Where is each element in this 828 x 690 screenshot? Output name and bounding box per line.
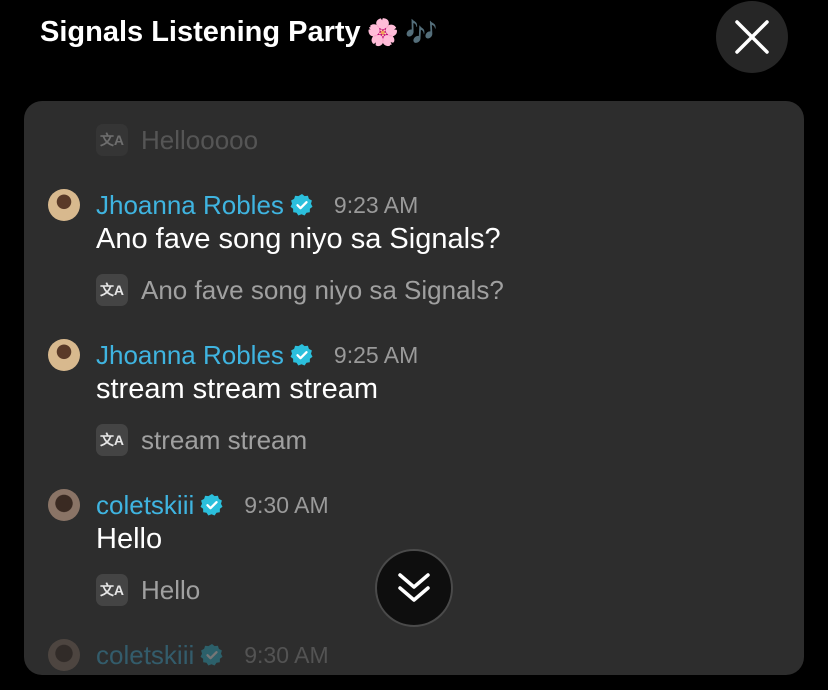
timestamp: 9:30 AM xyxy=(244,491,329,518)
close-button[interactable] xyxy=(716,1,788,73)
double-chevron-down-icon xyxy=(398,573,430,602)
message-text: stream stream stream xyxy=(96,373,378,405)
username[interactable]: coletskiii xyxy=(96,640,194,671)
translation-text: Hellooooo xyxy=(141,124,259,155)
translation-text: Ano fave song niyo sa Signals? xyxy=(141,274,504,305)
flower-emoji-icon: 🌸 xyxy=(366,17,400,48)
message-text: Ano fave song niyo sa Signals? xyxy=(96,223,501,255)
avatar[interactable] xyxy=(48,339,80,371)
title-text: Signals Listening Party xyxy=(40,16,361,48)
message-translation: 文A Hellooooo xyxy=(96,124,258,156)
verified-badge-icon xyxy=(200,494,223,516)
verified-badge-icon xyxy=(200,644,223,666)
avatar[interactable] xyxy=(48,189,80,221)
message-translation: 文A Ano fave song niyo sa Signals? xyxy=(96,274,504,306)
verified-badge-icon xyxy=(290,344,313,366)
message-header: coletskiii 9:30 AM xyxy=(48,488,329,522)
message-translation: 文A Hello xyxy=(96,574,200,606)
translate-icon[interactable]: 文A xyxy=(96,574,128,606)
timestamp: 9:25 AM xyxy=(333,341,419,368)
page-title: Signals Listening Party 🌸 🎶 xyxy=(40,16,437,49)
avatar[interactable] xyxy=(48,639,80,671)
timestamp: 9:23 AM xyxy=(333,191,419,218)
translate-icon[interactable]: 文A xyxy=(96,124,128,156)
translation-text: stream stream xyxy=(141,424,308,455)
message-header: Jhoanna Robles 9:23 AM xyxy=(48,188,418,222)
username[interactable]: Jhoanna Robles xyxy=(96,340,284,371)
username[interactable]: Jhoanna Robles xyxy=(96,190,284,221)
translation-text: Hello xyxy=(141,574,201,605)
scroll-to-bottom-button[interactable] xyxy=(375,549,453,627)
message-text: Hello xyxy=(96,523,163,555)
close-x-icon xyxy=(735,20,769,54)
message-translation: 文A stream stream xyxy=(96,424,307,456)
message-header: coletskiii 9:30 AM xyxy=(48,638,329,672)
translate-icon[interactable]: 文A xyxy=(96,424,128,456)
message-header: Jhoanna Robles 9:25 AM xyxy=(48,338,418,372)
music-notes-emoji-icon: 🎶 xyxy=(405,17,438,48)
verified-badge-icon xyxy=(290,194,313,216)
translate-icon[interactable]: 文A xyxy=(96,274,128,306)
avatar[interactable] xyxy=(48,489,80,521)
timestamp: 9:30 AM xyxy=(244,641,329,668)
username[interactable]: coletskiii xyxy=(96,490,194,521)
